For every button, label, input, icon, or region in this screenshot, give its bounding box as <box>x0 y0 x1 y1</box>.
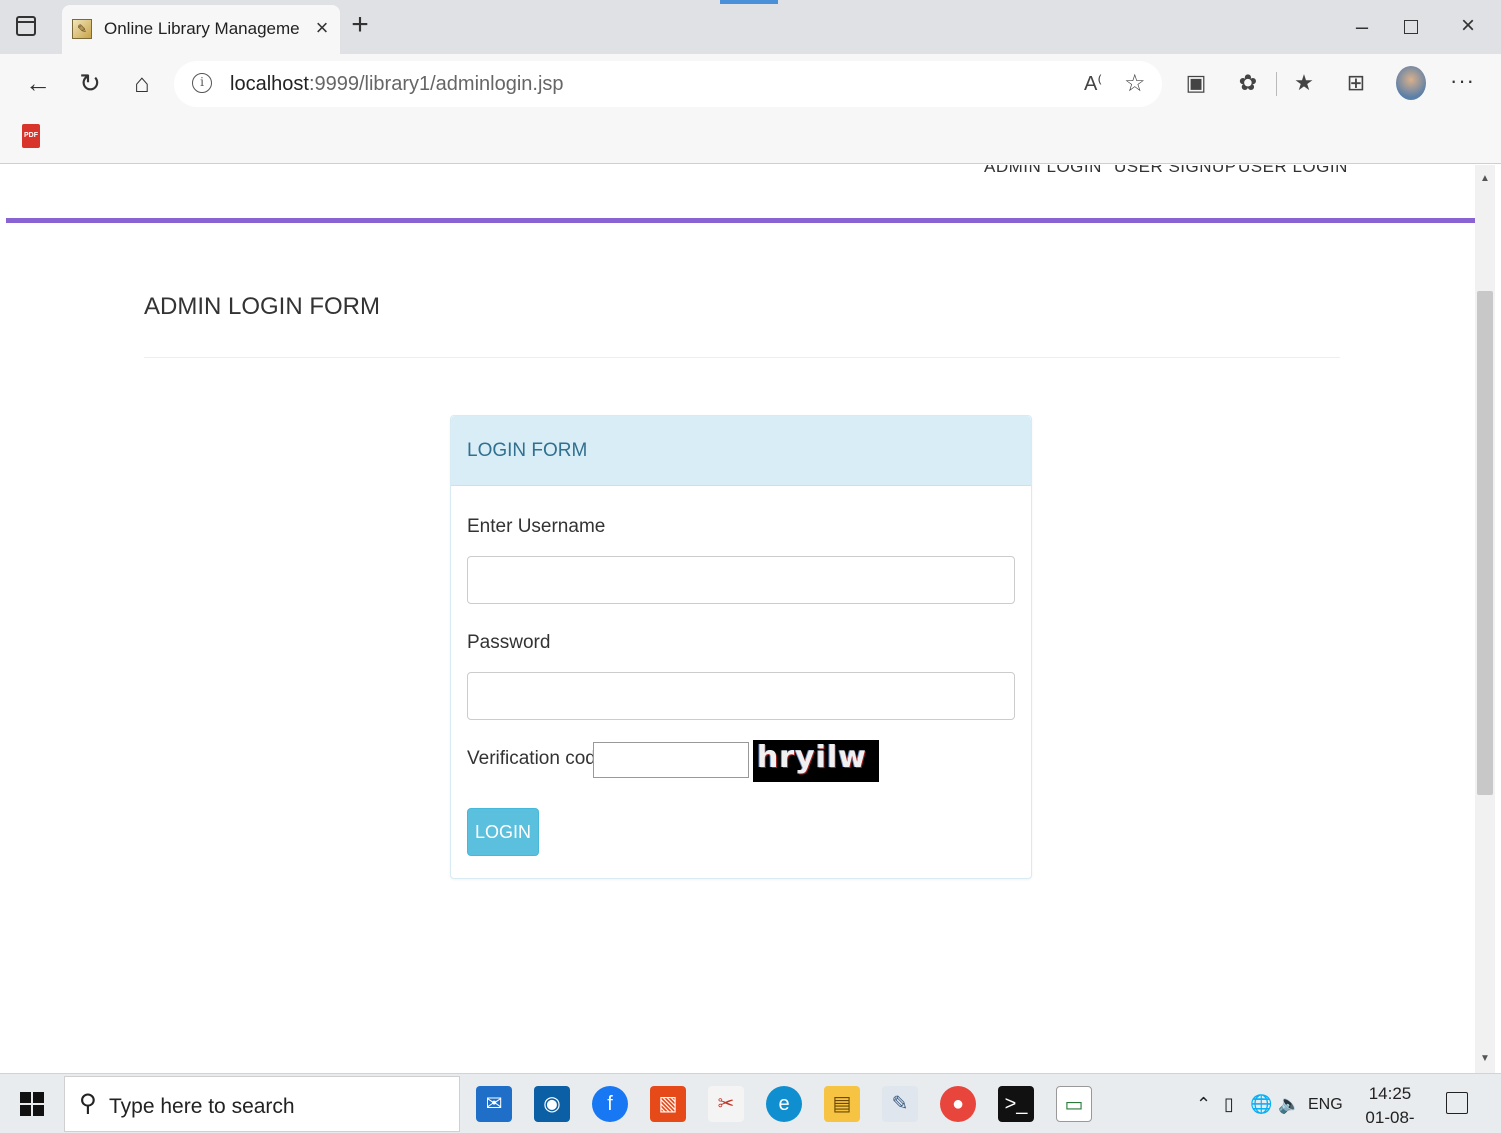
scroll-down-arrow-icon[interactable]: ▼ <box>1480 1053 1490 1064</box>
edge-browser-icon[interactable]: e <box>766 1086 802 1122</box>
notifications-icon[interactable] <box>1446 1092 1468 1114</box>
captcha-input[interactable] <box>593 742 749 778</box>
browser-tab-active[interactable]: ✎ Online Library Management Syst × <box>62 5 340 54</box>
taskbar-search-placeholder: Type here to search <box>109 1095 295 1118</box>
nav-admin-login[interactable]: ADMIN LOGIN <box>984 165 1102 177</box>
url-host: localhost <box>230 73 309 95</box>
clock-date: 01-08-2022 <box>1365 1108 1415 1133</box>
clock-time: 14:25 <box>1368 1084 1412 1103</box>
username-input[interactable] <box>467 556 1015 604</box>
library-favicon-icon: ✎ <box>72 19 92 39</box>
site-top-nav: ADMIN LOGIN USER SIGNUP USER LOGIN <box>6 165 1475 223</box>
page-title: ADMIN LOGIN FORM <box>144 293 381 320</box>
scroll-up-arrow-icon[interactable]: ▲ <box>1480 173 1490 184</box>
browser-tab-strip: ✎ Online Library Management Syst × + – × <box>0 0 1501 54</box>
password-input[interactable] <box>467 672 1015 720</box>
page-viewport: ADMIN LOGIN USER SIGNUP USER LOGIN ADMIN… <box>6 165 1475 1073</box>
favorites-bar: PDF <box>0 114 1501 164</box>
file-explorer-icon[interactable]: ▤ <box>824 1086 860 1122</box>
command-prompt-icon[interactable]: >_ <box>998 1086 1034 1122</box>
title-divider <box>144 357 1340 358</box>
tray-chevron-up-icon[interactable]: ⌃ <box>1196 1094 1211 1115</box>
collections-icon[interactable]: ⊞ <box>1342 70 1370 96</box>
windows-start-icon[interactable] <box>20 1092 44 1116</box>
tab-close-icon[interactable]: × <box>310 15 334 43</box>
browser-toolbar: ← ↻ ⌂ i localhost:9999/library1/adminlog… <box>0 54 1501 114</box>
url-path: :9999/library1/adminlogin.jsp <box>308 73 564 95</box>
scrollbar-thumb[interactable] <box>1477 291 1493 795</box>
battery-icon[interactable]: ▯ <box>1224 1094 1234 1115</box>
language-indicator[interactable]: ENG <box>1308 1096 1343 1114</box>
site-info-icon[interactable]: i <box>192 73 212 93</box>
login-button[interactable]: LOGIN <box>467 808 539 856</box>
taskbar-search-box[interactable]: ⚲ Type here to search <box>64 1076 460 1132</box>
tab-actions-icon[interactable] <box>16 16 36 36</box>
app-window-icon[interactable]: ▭ <box>1056 1086 1092 1122</box>
home-icon[interactable]: ⌂ <box>126 67 158 99</box>
login-panel-title: LOGIN FORM <box>467 440 588 461</box>
url-text[interactable]: localhost:9999/library1/adminlogin.jsp <box>230 73 564 96</box>
tab-title: Online Library Management Syst <box>104 19 300 38</box>
office-icon[interactable]: ▧ <box>650 1086 686 1122</box>
windows-taskbar: ⚲ Type here to search ✉ ◉ f ▧ ✂ e ▤ ✎ ● … <box>0 1073 1501 1133</box>
pdf-bookmark-icon[interactable]: PDF <box>22 124 40 148</box>
login-panel: LOGIN FORM Enter Username Password Verif… <box>450 415 1032 879</box>
notepad-app-icon[interactable]: ✎ <box>882 1086 918 1122</box>
volume-icon[interactable]: 🔈 <box>1278 1094 1300 1115</box>
profile-avatar[interactable] <box>1396 66 1426 100</box>
tab-indicator <box>720 0 778 4</box>
nav-user-login[interactable]: USER LOGIN <box>1238 165 1348 177</box>
taskbar-clock[interactable]: 14:25 01-08-2022 <box>1352 1082 1428 1133</box>
read-aloud-icon[interactable]: A⁽ <box>1084 71 1102 96</box>
new-tab-button[interactable]: + <box>346 10 374 40</box>
password-label: Password <box>467 632 551 653</box>
mail-app-icon[interactable]: ✉ <box>476 1086 512 1122</box>
back-arrow-icon[interactable]: ← <box>22 67 54 99</box>
toolbar-separator <box>1276 72 1277 96</box>
refresh-icon[interactable]: ↻ <box>74 67 106 99</box>
username-label: Enter Username <box>467 516 606 537</box>
search-icon: ⚲ <box>79 1090 97 1117</box>
split-screen-icon[interactable]: ▣ <box>1182 70 1210 96</box>
captcha-image: hryilw <box>753 740 879 782</box>
add-favorite-icon[interactable]: ☆ <box>1124 69 1146 98</box>
more-menu-icon[interactable]: ··· <box>1450 68 1475 94</box>
address-bar[interactable]: i localhost:9999/library1/adminlogin.jsp… <box>174 61 1162 107</box>
chrome-browser-icon[interactable]: ● <box>940 1086 976 1122</box>
window-restore-button[interactable] <box>1404 20 1418 34</box>
dell-app-icon[interactable]: ◉ <box>534 1086 570 1122</box>
nav-user-signup[interactable]: USER SIGNUP <box>1114 165 1237 177</box>
page-scrollbar[interactable]: ▲ ▼ <box>1475 165 1495 1073</box>
window-close-button[interactable]: × <box>1456 12 1480 40</box>
login-panel-heading: LOGIN FORM <box>451 416 1031 486</box>
facebook-icon[interactable]: f <box>592 1086 628 1122</box>
snipping-tool-icon[interactable]: ✂ <box>708 1086 744 1122</box>
extensions-icon[interactable]: ✿ <box>1234 70 1262 96</box>
window-minimize-button[interactable]: – <box>1350 14 1374 40</box>
network-globe-icon[interactable]: 🌐 <box>1250 1094 1272 1115</box>
favorites-icon[interactable]: ★ <box>1290 70 1318 96</box>
